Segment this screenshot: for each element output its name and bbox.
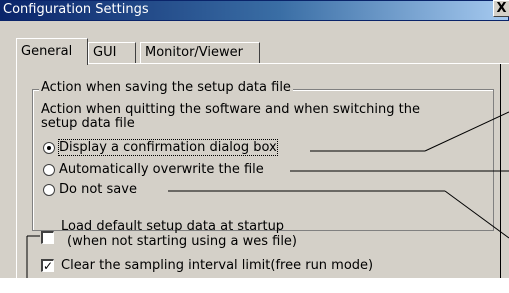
load-default-setup-sublabel: (when not starting using a wes file) (67, 234, 298, 249)
tab-gui-label: GUI (93, 45, 117, 60)
close-button[interactable]: X (493, 0, 509, 17)
radio-do-not-save-label[interactable]: Do not save (59, 182, 137, 197)
tab-monitor-viewer[interactable]: Monitor/Viewer (140, 42, 260, 63)
load-default-setup-label[interactable]: Load default setup data at startup (61, 219, 284, 234)
tab-gui[interactable]: GUI (88, 42, 136, 63)
tab-general-label: General (21, 44, 73, 59)
save-action-description-line1: Action when quitting the software and wh… (41, 102, 420, 117)
radio-auto-overwrite[interactable] (43, 164, 55, 176)
radio-auto-overwrite-label[interactable]: Automatically overwrite the file (59, 162, 264, 177)
radio-confirmation-dialog[interactable] (43, 142, 55, 154)
window-title: Configuration Settings (3, 2, 149, 17)
load-default-setup-checkbox[interactable] (41, 231, 54, 244)
save-action-group-title: Action when saving the setup data file (39, 80, 293, 95)
clear-sampling-limit-checkbox[interactable]: ✓ (41, 259, 54, 272)
panel-callout-edge (500, 64, 501, 278)
radio-confirmation-dialog-label[interactable]: Display a confirmation dialog box (58, 139, 278, 156)
save-action-description-line2: setup data file (41, 116, 135, 131)
clear-sampling-limit-label[interactable]: Clear the sampling interval limit(free r… (61, 258, 373, 273)
tab-monitor-viewer-label: Monitor/Viewer (145, 45, 243, 60)
radio-do-not-save[interactable] (43, 184, 55, 196)
title-bar: Configuration Settings (0, 0, 509, 21)
tab-general[interactable]: General (16, 38, 88, 65)
configuration-dialog: Configuration Settings X General GUI Mon… (0, 0, 509, 293)
